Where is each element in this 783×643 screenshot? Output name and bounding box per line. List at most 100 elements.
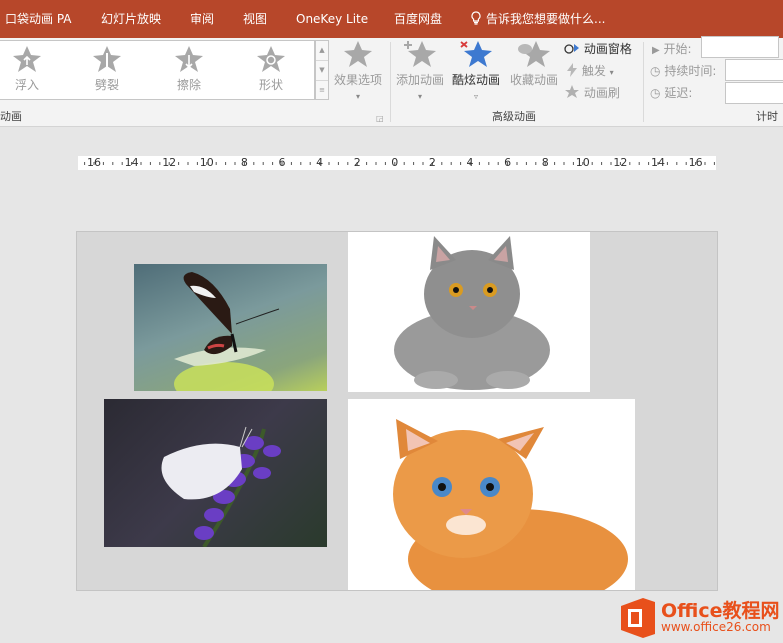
star-cool-icon: [460, 41, 492, 67]
ruler-label: 2: [353, 156, 361, 169]
chevron-down-icon: ▾: [355, 92, 360, 101]
animation-pane-button[interactable]: 动画窗格: [564, 40, 632, 57]
tab-review[interactable]: 审阅: [190, 0, 214, 38]
dialog-launcher-icon[interactable]: ◲: [376, 114, 384, 123]
group-label-timing: 计时: [756, 110, 778, 123]
gallery-down-icon[interactable]: ▼: [316, 61, 328, 81]
clock-icon: ◷: [650, 64, 661, 78]
grey-cat-illustration: [394, 236, 550, 390]
add-animation-label: 添加动画: [395, 73, 444, 87]
add-animation-button[interactable]: 添加动画 ▾: [392, 40, 448, 102]
gallery-label: 浮入: [14, 78, 39, 92]
effect-options-button[interactable]: 效果选项 ▾: [330, 40, 386, 102]
lightning-icon: [567, 63, 577, 77]
trigger-button[interactable]: 触发 ▾: [566, 62, 614, 79]
ruler-label: 8: [240, 156, 248, 169]
star-shape-icon: [257, 46, 285, 72]
tab-onekey-lite[interactable]: OneKey Lite: [296, 0, 368, 38]
ruler-label: 0: [391, 156, 399, 169]
ruler-label: 16: [688, 156, 703, 169]
chevron-down-icon: ▾: [417, 92, 422, 101]
group-divider: [390, 42, 391, 122]
group-label-animation: 动画: [0, 110, 22, 123]
ruler-label: 14: [651, 156, 665, 169]
animation-painter-button[interactable]: 动画刷: [564, 84, 620, 101]
gallery-shape[interactable]: 形状: [241, 45, 301, 93]
slide[interactable]: [76, 231, 718, 591]
white-butterfly-photo[interactable]: [104, 399, 327, 547]
tab-view[interactable]: 视图: [243, 0, 267, 38]
star-wipe-icon: [175, 46, 203, 72]
tell-me-box[interactable]: 告诉我您想要做什么...: [470, 0, 605, 38]
play-icon: ▶: [652, 45, 660, 56]
butterfly-photo[interactable]: [134, 264, 327, 391]
start-label: 开始:: [663, 42, 692, 56]
gallery-fly-in[interactable]: 浮入: [0, 45, 57, 93]
collect-animation-label: 收藏动画: [509, 73, 558, 87]
gallery-split[interactable]: 劈裂: [77, 45, 137, 93]
group-label-advanced: 高级动画: [492, 110, 536, 123]
duration-label: 持续时间:: [664, 64, 717, 78]
butterfly-illustration: [174, 272, 280, 391]
ruler-label: 14: [124, 156, 139, 169]
ruler-label: 12: [613, 156, 628, 169]
gallery-label: 形状: [258, 78, 283, 92]
lightbulb-icon: [471, 11, 481, 25]
chevron-down-icon: ▾: [609, 68, 614, 77]
orange-kitten-photo[interactable]: [348, 399, 635, 590]
orange-kitten-illustration: [393, 419, 628, 590]
gallery-up-icon[interactable]: ▲: [316, 41, 328, 61]
star-add-icon: [404, 41, 436, 67]
delay-row: ◷ 延迟:: [650, 84, 692, 101]
ruler-label: 6: [278, 156, 286, 169]
star-split-icon: [93, 46, 121, 72]
office-logo-icon: [621, 598, 655, 638]
star-options-icon: [344, 41, 372, 67]
gallery-scrollbar[interactable]: ▲ ▼ ≡: [315, 40, 329, 100]
grey-cat-photo[interactable]: [348, 232, 590, 392]
cool-animation-button[interactable]: 酷炫动画 ▿: [448, 40, 504, 102]
ribbon-tab-bar: 口袋动画 PA 幻灯片放映 审阅 视图 OneKey Lite 百度网盘 告诉我…: [0, 0, 783, 38]
tell-me-text: 告诉我您想要做什么...: [486, 12, 606, 26]
gallery-label: 擦除: [176, 78, 201, 92]
ruler-label: 10: [575, 156, 590, 169]
star-brush-icon: [565, 85, 579, 98]
gallery-wipe[interactable]: 擦除: [159, 45, 219, 93]
tab-baidu-netdisk[interactable]: 百度网盘: [394, 0, 442, 38]
star-fly-in-icon: [13, 46, 41, 72]
group-divider: [643, 42, 644, 122]
animation-painter-label: 动画刷: [583, 86, 620, 100]
ribbon: 浮入 劈裂 擦除 形状 ▲ ▼ ≡ 效果选项 ▾ 动画 ◲ 添加动画 ▾ 酷炫动画 ▿: [0, 36, 783, 127]
gallery-more-icon[interactable]: ≡: [316, 81, 328, 100]
clock-icon: ◷: [650, 86, 661, 100]
ruler-label: 12: [162, 156, 177, 169]
ruler-label: 2: [428, 156, 436, 169]
effect-options-label: 效果选项: [333, 73, 382, 87]
collect-animation-button[interactable]: 收藏动画: [506, 40, 562, 88]
cool-animation-label: 酷炫动画: [451, 73, 500, 87]
gallery-label: 劈裂: [94, 78, 119, 92]
ruler-label: 4: [316, 156, 324, 169]
delay-input[interactable]: [725, 82, 783, 104]
chevron-down-icon: ▿: [473, 92, 478, 101]
ruler-label: 8: [541, 156, 549, 169]
ruler-label: 6: [504, 156, 512, 169]
duration-input[interactable]: [725, 59, 783, 81]
start-row: ▶ 开始:: [652, 40, 692, 57]
watermark-url: www.office26.com: [661, 620, 771, 634]
animation-pane-icon: [564, 44, 579, 54]
ruler-label: 16: [87, 156, 101, 169]
office26-watermark: Office教程网 www.office26.com: [617, 594, 783, 642]
tab-slideshow[interactable]: 幻灯片放映: [101, 0, 161, 38]
start-select[interactable]: [701, 36, 779, 58]
delay-label: 延迟:: [664, 86, 693, 100]
animation-gallery: 浮入 劈裂 擦除 形状: [0, 40, 315, 100]
star-cloud-icon: [518, 41, 550, 67]
horizontal-ruler: 16 14 12 10 8 6 4 2 0 2 4 6 8 10 12 14 16: [78, 156, 716, 170]
tab-pocket-animation[interactable]: 口袋动画 PA: [5, 0, 72, 38]
trigger-label: 触发: [581, 64, 606, 78]
white-butterfly-illustration: [161, 426, 281, 547]
ruler-label: 10: [199, 156, 214, 169]
animation-pane-label: 动画窗格: [583, 42, 632, 56]
ruler-label: 4: [466, 156, 474, 169]
